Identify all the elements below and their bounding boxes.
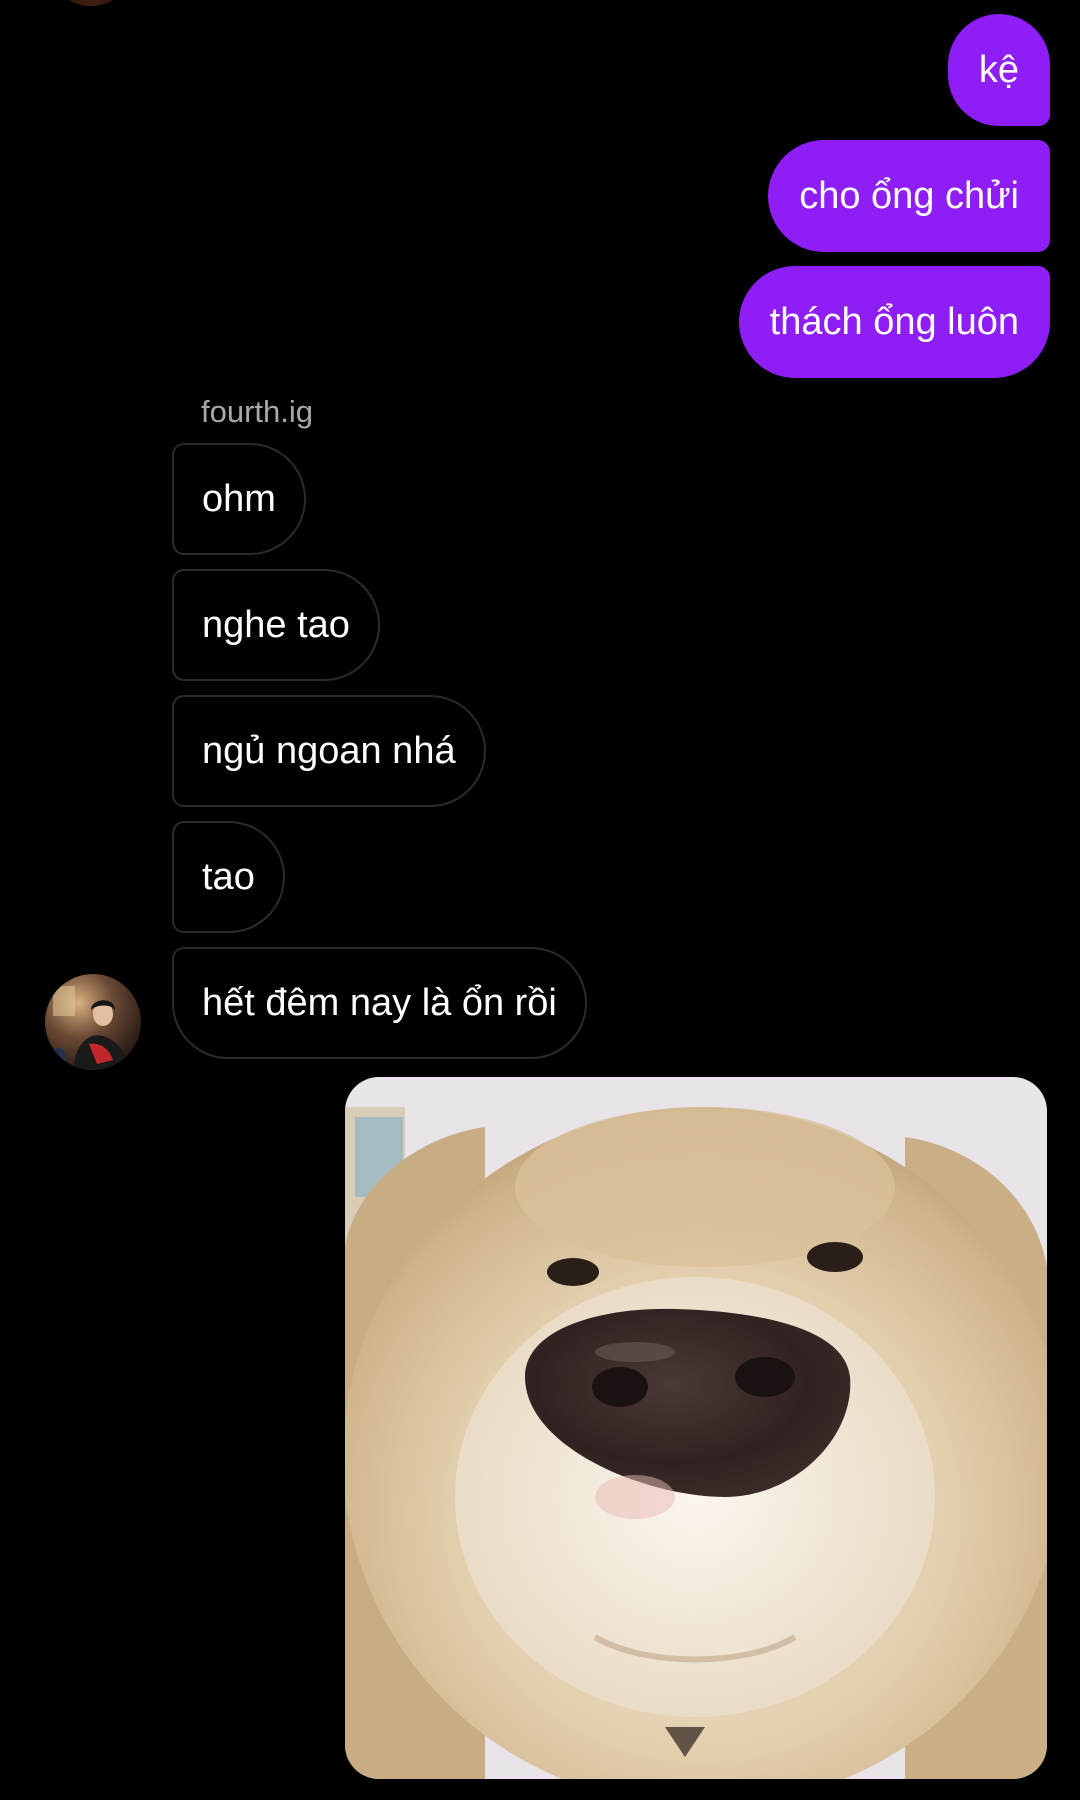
sender-name: fourth.ig [201,394,314,429]
message-text: kệ [978,49,1019,91]
sender-avatar[interactable] [45,974,141,1070]
message-text: ngủ ngoan nhá [202,730,456,772]
received-message-bubble[interactable]: nghe tao [172,569,380,681]
received-message-bubble[interactable]: ohm [172,443,306,555]
message-text: tao [202,856,255,898]
profile-photo-avatar-icon [45,974,141,1070]
message-text: ohm [202,478,276,520]
message-text: thách ổng luôn [769,301,1019,343]
sent-message-bubble[interactable]: kệ [947,14,1050,126]
received-message-bubble[interactable]: tao [172,821,285,933]
received-message-bubble[interactable]: ngủ ngoan nhá [172,695,486,807]
dog-photo-illustration [345,1077,1047,1779]
sent-message-bubble[interactable]: thách ổng luôn [738,266,1050,378]
message-text: nghe tao [202,604,350,646]
sent-image-dog-photo[interactable] [345,1077,1047,1779]
message-text: cho ổng chửi [799,175,1019,217]
sent-message-bubble[interactable]: cho ổng chửi [768,140,1050,252]
received-message-bubble[interactable]: hết đêm nay là ổn rồi [172,947,587,1059]
previous-avatar-fragment [62,0,120,6]
message-text: hết đêm nay là ổn rồi [202,982,557,1024]
